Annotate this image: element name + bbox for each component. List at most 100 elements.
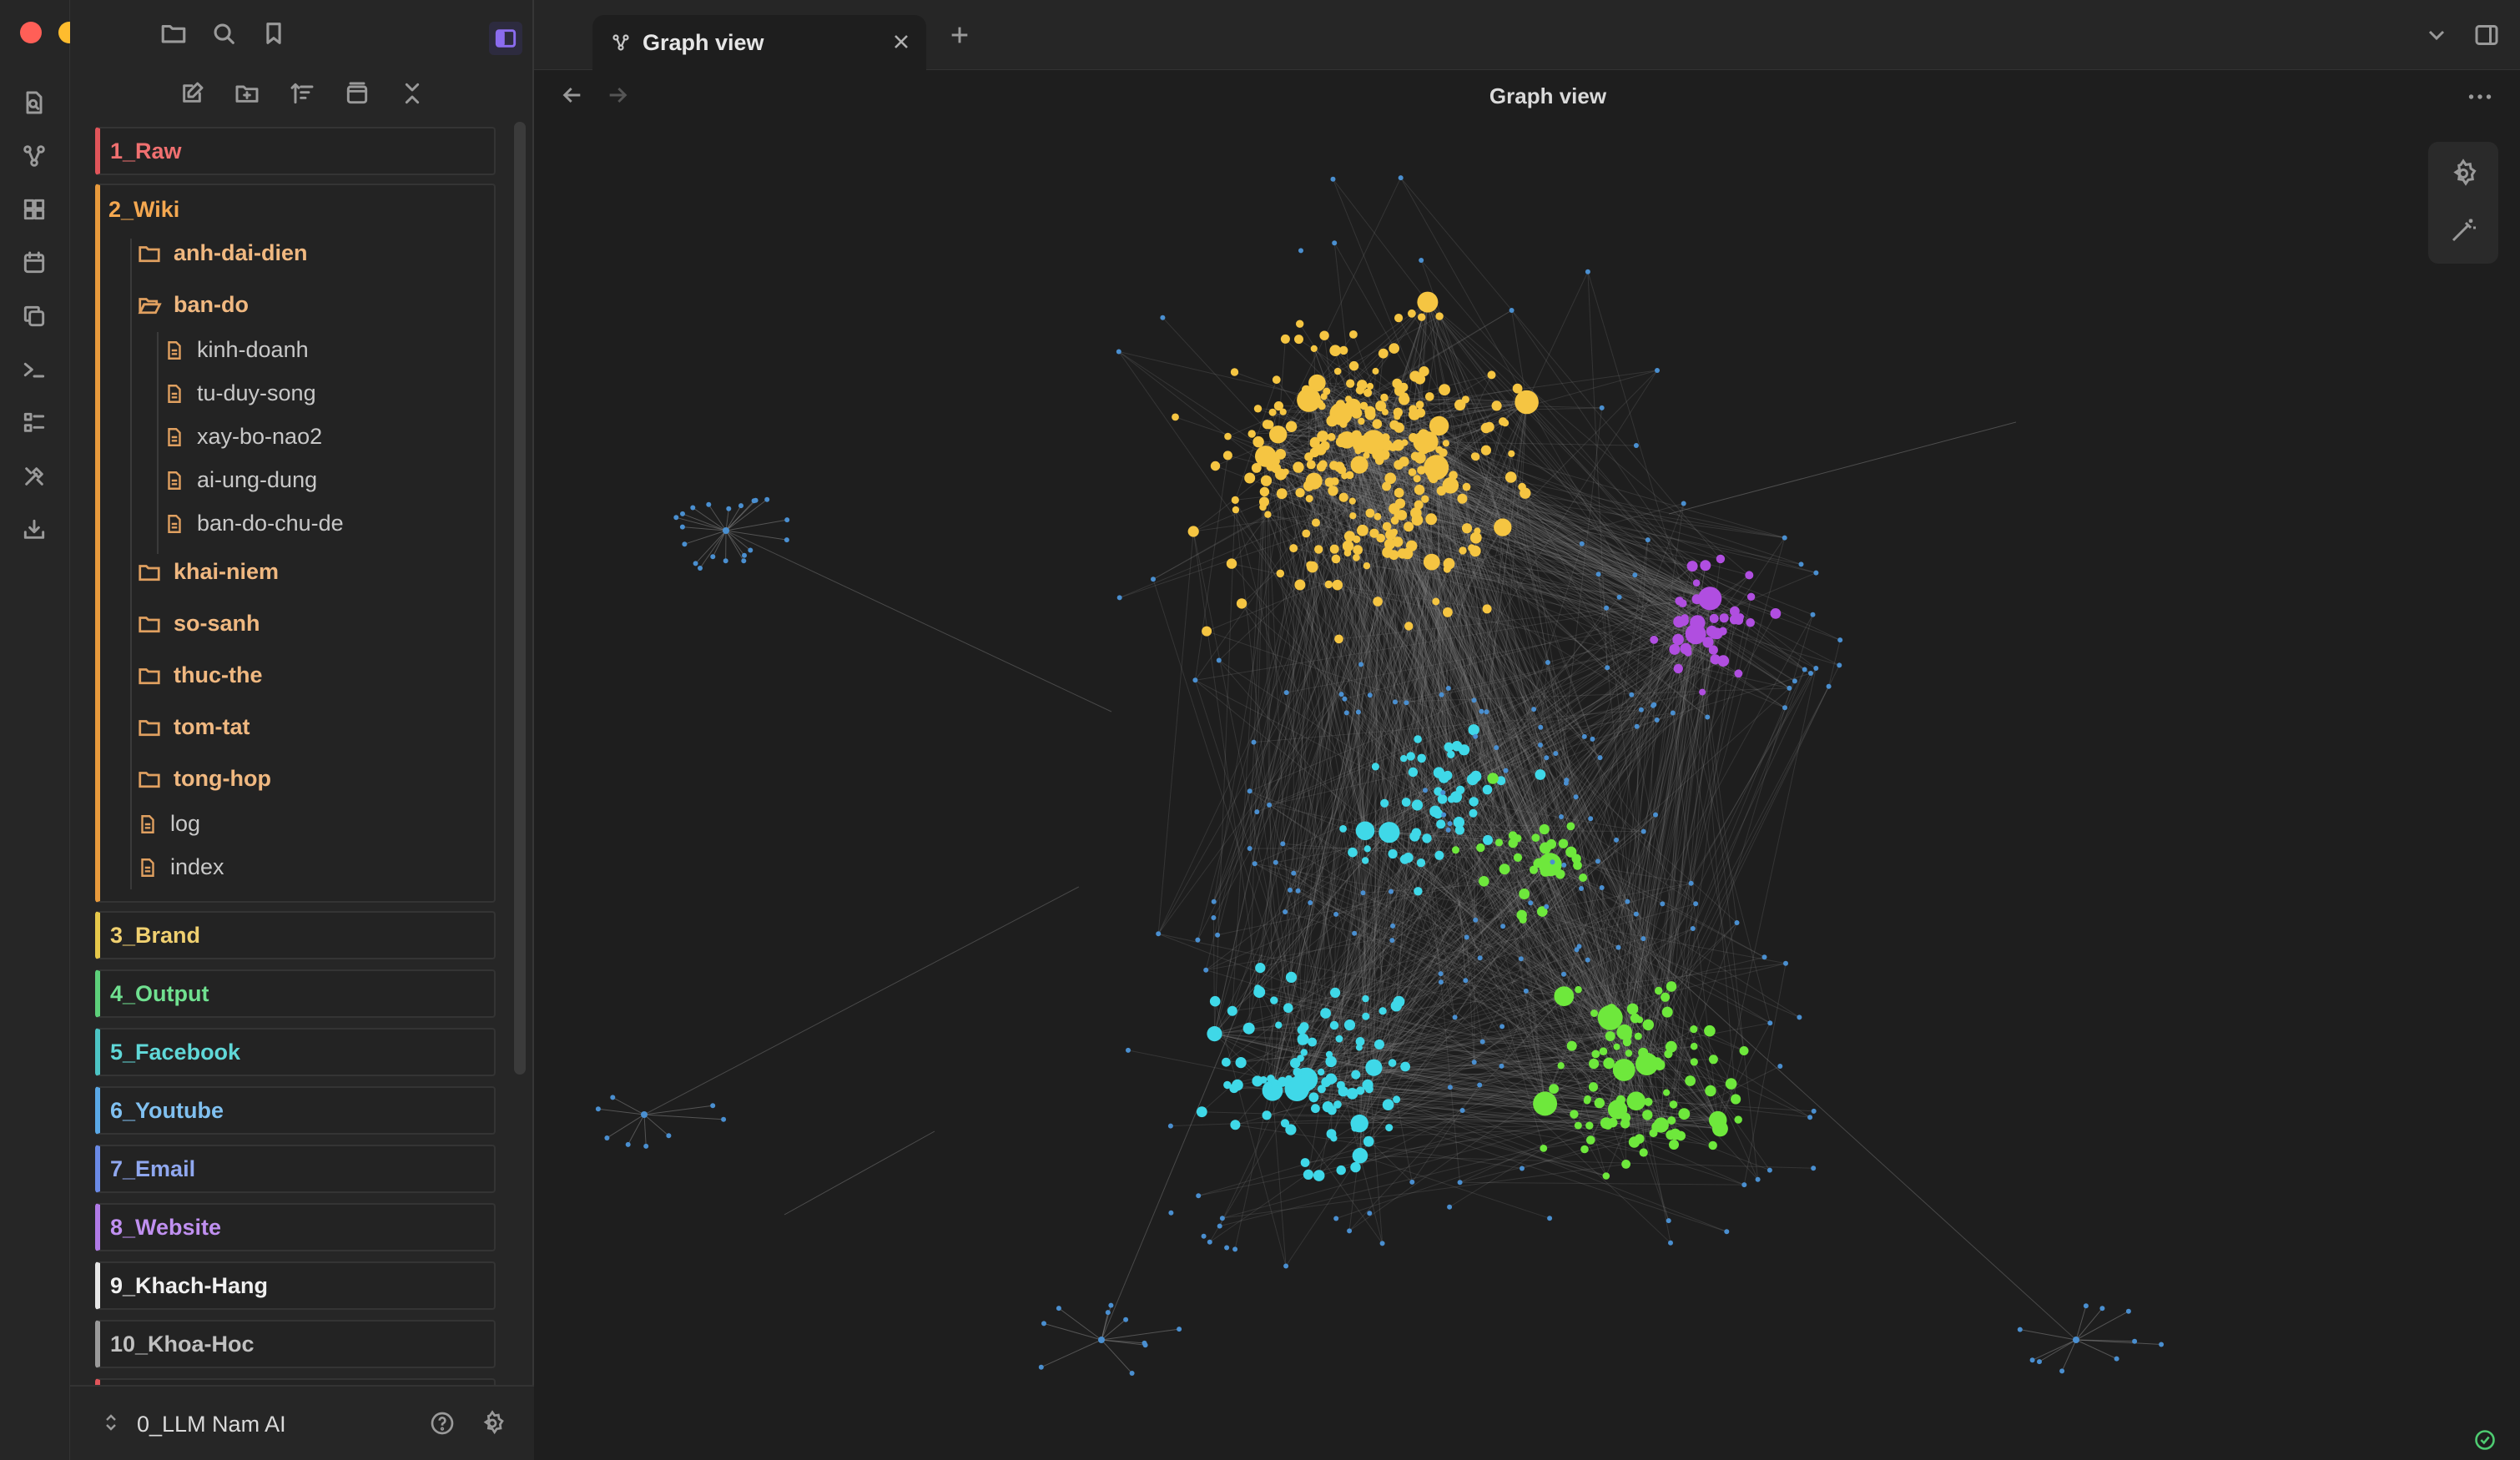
- graph-node[interactable]: [1280, 334, 1290, 344]
- folder-6-youtube[interactable]: 6_Youtube: [95, 1086, 496, 1135]
- graph-node[interactable]: [1187, 526, 1199, 537]
- graph-node[interactable]: [1329, 345, 1341, 357]
- graph-node[interactable]: [1345, 471, 1354, 480]
- graph-node[interactable]: [1447, 821, 1453, 827]
- graph-node[interactable]: [1508, 838, 1518, 848]
- graph-node[interactable]: [1528, 900, 1534, 906]
- graph-node[interactable]: [1343, 549, 1352, 557]
- graph-node[interactable]: [1305, 495, 1313, 503]
- graph-node[interactable]: [1597, 755, 1603, 761]
- graph-node[interactable]: [1108, 1302, 1114, 1308]
- graph-node[interactable]: [1473, 733, 1479, 739]
- graph-node[interactable]: [1289, 544, 1298, 553]
- graph-node[interactable]: [682, 541, 688, 547]
- graph-node[interactable]: [1215, 932, 1221, 938]
- graph-node[interactable]: [1247, 846, 1252, 851]
- folder-partially-hidden[interactable]: [95, 1378, 496, 1385]
- graph-node[interactable]: [1708, 1140, 1717, 1150]
- graph-node[interactable]: [1474, 527, 1481, 535]
- graph-node[interactable]: [1309, 439, 1318, 448]
- graph-node[interactable]: [1414, 887, 1423, 896]
- graph-node[interactable]: [1365, 1059, 1383, 1076]
- graph-node[interactable]: [1660, 901, 1666, 907]
- settings-gear-icon[interactable]: [477, 1408, 507, 1438]
- graph-node[interactable]: [1798, 561, 1804, 567]
- folder-2-wiki-header[interactable]: 2_Wiki: [108, 197, 179, 223]
- graph-node[interactable]: [1531, 833, 1540, 843]
- graph-node[interactable]: [1588, 1082, 1598, 1092]
- graph-node[interactable]: [1633, 911, 1639, 917]
- graph-node[interactable]: [1447, 1204, 1453, 1210]
- graph-node[interactable]: [1408, 309, 1416, 318]
- graph-node[interactable]: [1641, 828, 1646, 834]
- graph-node[interactable]: [1389, 889, 1394, 894]
- graph-network[interactable]: [534, 122, 2520, 1460]
- graph-node[interactable]: [1247, 788, 1252, 794]
- graph-node[interactable]: [1602, 1172, 1610, 1180]
- folder-thuc-the[interactable]: thuc-the: [137, 662, 262, 688]
- graph-node[interactable]: [1388, 1059, 1397, 1067]
- graph-node[interactable]: [1626, 1091, 1646, 1110]
- graph-node[interactable]: [1614, 837, 1619, 843]
- graph-node[interactable]: [1393, 995, 1405, 1008]
- graph-node[interactable]: [1168, 1210, 1174, 1216]
- graph-node[interactable]: [1621, 1160, 1630, 1169]
- graph-node[interactable]: [1797, 1014, 1802, 1020]
- graph-node[interactable]: [1591, 1050, 1600, 1059]
- graph-node[interactable]: [1394, 422, 1404, 433]
- graph-node[interactable]: [1445, 827, 1451, 833]
- graph-node[interactable]: [1479, 1039, 1485, 1045]
- graph-node[interactable]: [1398, 175, 1404, 181]
- graph-node[interactable]: [1302, 1085, 1311, 1093]
- graph-node[interactable]: [1678, 1108, 1691, 1120]
- graph-node[interactable]: [1445, 686, 1451, 691]
- graph-node[interactable]: [673, 515, 679, 521]
- graph-settings-gear-icon[interactable]: [2448, 159, 2478, 189]
- graph-node[interactable]: [1355, 821, 1375, 841]
- graph-node[interactable]: [1483, 834, 1493, 845]
- graph-node[interactable]: [1529, 865, 1539, 874]
- graph-node[interactable]: [1367, 1211, 1373, 1216]
- graph-node[interactable]: [1669, 1140, 1679, 1150]
- graph-node[interactable]: [1262, 420, 1273, 430]
- tab-graph-view[interactable]: Graph view: [592, 15, 926, 70]
- graph-node[interactable]: [1309, 447, 1320, 458]
- graph-node[interactable]: [1561, 862, 1567, 868]
- graph-node[interactable]: [1217, 1223, 1222, 1229]
- graph-node[interactable]: [1616, 594, 1622, 600]
- graph-node[interactable]: [1129, 1371, 1135, 1376]
- graph-node[interactable]: [1509, 308, 1515, 313]
- graph-node[interactable]: [1310, 345, 1318, 352]
- graph-node[interactable]: [1837, 662, 1842, 668]
- graph-node[interactable]: [1259, 1076, 1268, 1084]
- graph-node[interactable]: [1374, 1039, 1384, 1050]
- graph-node[interactable]: [1195, 937, 1201, 943]
- graph-node[interactable]: [1734, 920, 1740, 925]
- graph-node[interactable]: [1436, 819, 1446, 829]
- graph-node[interactable]: [1219, 1216, 1225, 1221]
- graph-node[interactable]: [1473, 917, 1479, 923]
- graph-node[interactable]: [1423, 788, 1428, 793]
- graph-node[interactable]: [1666, 981, 1677, 992]
- graph-node[interactable]: [1494, 838, 1504, 847]
- graph-node[interactable]: [1690, 1025, 1698, 1034]
- graph-node[interactable]: [1461, 523, 1473, 534]
- graph-node[interactable]: [1196, 1106, 1207, 1118]
- graph-node[interactable]: [1318, 1068, 1325, 1076]
- graph-node[interactable]: [1686, 561, 1698, 572]
- graph-node[interactable]: [1300, 1158, 1310, 1167]
- graph-node[interactable]: [1283, 690, 1289, 696]
- graph-node[interactable]: [1283, 909, 1288, 914]
- graph-node[interactable]: [1358, 417, 1365, 425]
- graph-node[interactable]: [1264, 511, 1272, 518]
- graph-node[interactable]: [1389, 938, 1395, 944]
- graph-node[interactable]: [1439, 384, 1450, 395]
- graph-node[interactable]: [1783, 960, 1788, 966]
- graph-node[interactable]: [1655, 986, 1663, 995]
- graph-node[interactable]: [1382, 408, 1389, 415]
- graph-node[interactable]: [1353, 553, 1360, 561]
- graph-node[interactable]: [1041, 1321, 1046, 1327]
- graph-node[interactable]: [1439, 692, 1444, 697]
- graph-node[interactable]: [1629, 692, 1635, 697]
- graph-node[interactable]: [1538, 853, 1562, 877]
